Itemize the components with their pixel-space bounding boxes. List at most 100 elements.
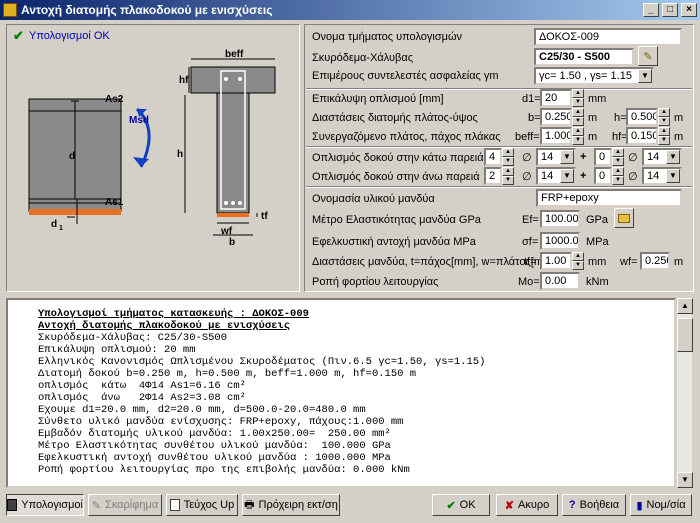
chevron-down-icon: ▼ (666, 169, 680, 183)
calculations-button[interactable]: Υπολογισμοί (6, 494, 84, 516)
ok-button[interactable]: ✔ ΟΚ (432, 494, 490, 516)
bottom-dia-2-select[interactable]: 14 ▼ (642, 148, 682, 166)
tf-spinner[interactable]: ▲ ▼ (572, 252, 584, 270)
concrete-label: Σκυρόδεμα-Χάλυβας (312, 52, 414, 64)
top-count-2[interactable]: 0 (594, 167, 612, 185)
label-h: h (177, 149, 183, 160)
report-line: Ροπή φορτίου λειτουργίας προ της επιβολή… (38, 464, 410, 476)
teuxos-up-button[interactable]: Τεύχος Up (166, 494, 238, 516)
plus-sign: + (580, 151, 587, 163)
top-dia-1-select[interactable]: 14 ▼ (536, 167, 576, 185)
bottom-dia-1-value: 14 (541, 151, 554, 163)
help-button[interactable]: ? Βοήθεια (562, 494, 626, 516)
document-icon (169, 499, 180, 511)
bottom-count-2[interactable]: 0 (594, 148, 612, 166)
diameter-icon: ∅ (628, 171, 638, 183)
top-count-1-spinner[interactable]: ▲ ▼ (502, 167, 514, 185)
h-spinner[interactable]: ▲ ▼ (658, 108, 670, 126)
moment-symbol: Mo= (518, 276, 540, 288)
sketch-icon: ✎ (91, 499, 102, 512)
close-button[interactable]: × (681, 3, 697, 17)
h-input[interactable]: 0.500 (626, 108, 658, 126)
bottom-count-1-spinner[interactable]: ▲ ▼ (502, 148, 514, 166)
label-hf: hf (179, 75, 189, 86)
cancel-button[interactable]: ✘ Ακυρο (496, 494, 558, 516)
top-count-1[interactable]: 2 (484, 167, 502, 185)
wf-input[interactable]: 0.250 (640, 252, 670, 270)
bottom-dia-1-select[interactable]: 14 ▼ (536, 148, 576, 166)
top-count-2-spinner[interactable]: ▲ ▼ (612, 167, 624, 185)
open-folder-button[interactable] (614, 208, 634, 228)
modulus-unit: GPa (586, 214, 609, 226)
report-line: Σκυρόδεμα-Χάλυβας: C25/30-S500 (38, 332, 228, 344)
safety-select[interactable]: γc= 1.50 , γs= 1.15 ▼ (534, 67, 654, 85)
ok-label: ΟΚ (459, 499, 476, 511)
cancel-label: Ακυρο (517, 499, 550, 511)
chart-icon: ▮ (636, 499, 643, 512)
print-preview-button[interactable]: 🖶 Πρόχειρη εκτ/ση (242, 494, 340, 516)
check-icon: ✔ (13, 28, 24, 43)
tensile-label: Εφελκυστική αντοχή μανδύα MPa (312, 236, 476, 248)
report-line: Διατομή δοκού b=0.250 m, h=0.500 m, beff… (38, 368, 417, 380)
hf-unit: m (674, 131, 684, 143)
dims-label: Διαστάσεις διατομής πλάτος-ύψος (312, 112, 478, 124)
report-line: Εφελκυστική αντοχή συνθέτου υλικού μανδύ… (38, 452, 391, 464)
wf-symbol: wf= (620, 256, 638, 268)
h-unit: m (674, 112, 684, 124)
tf-input[interactable]: 1.00 (540, 252, 572, 270)
hf-spinner[interactable]: ▲ ▼ (658, 127, 670, 145)
units-button[interactable]: ▮ Νομ/σία (630, 494, 692, 516)
chevron-down-icon: ▼ (666, 150, 680, 164)
section-name-label: Ονομα τμήματος υπολογισμών (312, 31, 463, 43)
report-line: Εμβαδόν διατομής υλικού μανδύα: 1.00x250… (38, 428, 391, 440)
moment-input[interactable]: 0.00 (540, 272, 580, 290)
help-label: Βοήθεια (579, 499, 620, 511)
status-text: Υπολογισμοί ΟΚ (29, 30, 110, 42)
separator (306, 186, 692, 188)
cover-spinner[interactable]: ▲ ▼ (572, 89, 584, 107)
printer-icon: 🖶 (244, 498, 255, 511)
diameter-icon: ∅ (522, 171, 532, 183)
maximize-button[interactable]: □ (662, 3, 678, 17)
hf-input[interactable]: 0.150 (626, 127, 658, 145)
b-spinner[interactable]: ▲ ▼ (572, 108, 584, 126)
modulus-input[interactable]: 100.00 (540, 210, 580, 228)
ok-check-icon: ✔ (446, 499, 456, 512)
report-line: Αντοχή διατομής πλακοδοκού με ενισχύσεις (38, 320, 291, 332)
section-name-input[interactable]: ΔΟΚΟΣ-009 (534, 28, 682, 46)
beff-spinner[interactable]: ▲ ▼ (572, 127, 584, 145)
bottom-dia-2-value: 14 (647, 151, 660, 163)
report-line: οπλισμός άνω 2Φ14 As2=3.08 cm² (38, 392, 246, 404)
tensile-symbol: σf= (522, 236, 539, 248)
cover-input[interactable]: 20 (540, 89, 572, 107)
moment-unit: kNm (586, 276, 609, 288)
chevron-down-icon: ▼ (560, 169, 574, 183)
top-dia-1-value: 14 (541, 170, 554, 182)
folder-icon (618, 213, 630, 223)
label-msd: Msd (129, 115, 149, 126)
minimize-button[interactable]: _ (643, 3, 659, 17)
report-text-area[interactable]: Υπολογισμοί τμήματος κατασκευής : ΔΟΚΟΣ-… (6, 298, 676, 488)
bottom-count-1[interactable]: 4 (484, 148, 502, 166)
report-scrollbar[interactable]: ▲ ▼ (676, 298, 693, 488)
label-d1: d (51, 219, 57, 230)
window-title: Αντοχή διατομής πλακοδοκού με ενισχύσεις (21, 3, 273, 17)
material-input[interactable]: FRP+epoxy (536, 189, 682, 207)
scroll-up-icon[interactable]: ▲ (677, 298, 693, 314)
report-line: Υπολογισμοί τμήματος κατασκευής : ΔΟΚΟΣ-… (38, 308, 309, 320)
concrete-picker-button[interactable]: ✎ (638, 46, 658, 66)
modulus-label: Μέτρο Ελαστικότητας μανδύα GPa (312, 214, 481, 226)
concrete-field[interactable]: C25/30 - S500 (534, 48, 634, 66)
bottom-count-2-spinner[interactable]: ▲ ▼ (612, 148, 624, 166)
tensile-input[interactable]: 1000.00 (540, 232, 580, 250)
sketch-button[interactable]: ✎ Σκαρίφημα (88, 494, 162, 516)
scroll-down-icon[interactable]: ▼ (677, 472, 693, 488)
section-diagram: d As2 As1 d 1 Msd beff hf h tf wf b (28, 49, 276, 248)
report-line: Μέτρο Ελαστικότητας συνθέτου υλικού μανδ… (38, 440, 391, 452)
top-dia-2-select[interactable]: 14 ▼ (642, 167, 682, 185)
safety-label: Επιμέρους συντελεστές ασφαλείας γm (312, 70, 499, 82)
label-as1: As1 (105, 197, 124, 208)
scroll-thumb[interactable] (677, 318, 693, 352)
beff-input[interactable]: 1.000 (540, 127, 572, 145)
b-input[interactable]: 0.250 (540, 108, 572, 126)
